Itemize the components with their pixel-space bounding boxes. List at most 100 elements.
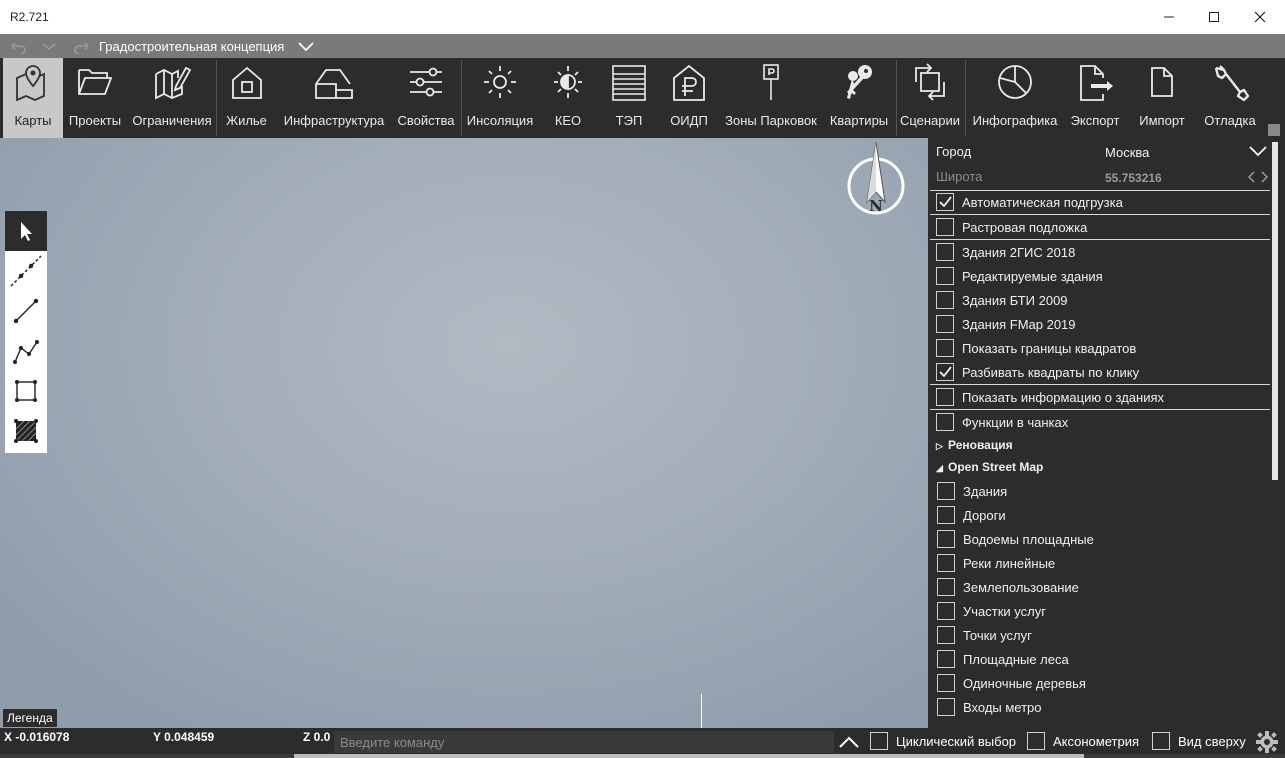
undo-dropdown-icon[interactable] bbox=[40, 38, 58, 54]
check-split-squares[interactable]: Разбивать квадраты по клику bbox=[928, 360, 1270, 384]
chevron-left-right-icon[interactable] bbox=[1246, 170, 1270, 184]
ribbon-scrollbar[interactable] bbox=[1264, 58, 1285, 138]
close-button[interactable] bbox=[1237, 0, 1283, 34]
city-row[interactable]: Город Москва bbox=[928, 139, 1270, 163]
dashed-line-icon bbox=[10, 255, 42, 287]
checkbox[interactable] bbox=[936, 413, 954, 431]
ribbon-separator bbox=[896, 60, 897, 136]
ribbon-export[interactable]: Экспорт bbox=[1066, 58, 1124, 138]
ribbon-parking-zones[interactable]: Зоны Парковок bbox=[721, 58, 821, 138]
osm-check-metro-entrances[interactable]: Входы метро bbox=[929, 695, 1271, 719]
check-square-borders[interactable]: Показать границы квадратов bbox=[928, 336, 1270, 360]
horizontal-scroll-thumb[interactable] bbox=[294, 754, 1084, 758]
checkbox[interactable] bbox=[937, 698, 955, 716]
map-viewport[interactable]: N Легенда bbox=[0, 138, 928, 728]
checkbox[interactable] bbox=[937, 650, 955, 668]
ribbon-oidp[interactable]: ОИДП bbox=[660, 58, 718, 138]
osm-check-landuse[interactable]: Землепользование bbox=[929, 575, 1271, 599]
section-renovation[interactable]: ▷ Реновация bbox=[936, 438, 1013, 452]
checkbox[interactable] bbox=[937, 578, 955, 596]
check-fmap-buildings[interactable]: Здания FMap 2019 bbox=[928, 312, 1270, 336]
ribbon-label: Инфографика bbox=[972, 113, 1058, 128]
checkbox[interactable] bbox=[937, 482, 955, 500]
checkbox[interactable] bbox=[936, 267, 954, 285]
polyline-tool-button[interactable] bbox=[5, 331, 47, 371]
check-auto-load[interactable]: Автоматическая подгрузка bbox=[928, 190, 1270, 214]
option-label: Вид сверху bbox=[1178, 734, 1246, 749]
legend-button[interactable]: Легенда bbox=[3, 709, 57, 727]
minimize-button[interactable] bbox=[1146, 0, 1192, 34]
checkbox[interactable] bbox=[870, 732, 888, 750]
checkbox[interactable] bbox=[936, 388, 954, 406]
checkbox[interactable] bbox=[936, 339, 954, 357]
osm-check-roads[interactable]: Дороги bbox=[929, 503, 1271, 527]
ribbon-apartments[interactable]: Квартиры bbox=[825, 58, 893, 138]
checkbox[interactable] bbox=[937, 602, 955, 620]
layers-panel: Город Москва Широта 55.753216 Автоматиче… bbox=[928, 138, 1285, 728]
ribbon-debug[interactable]: Отладка bbox=[1198, 58, 1262, 138]
check-label: Площадные леса bbox=[963, 652, 1069, 667]
check-chunk-functions[interactable]: Функции в чанках bbox=[928, 410, 1270, 434]
segment-tool-button[interactable] bbox=[5, 291, 47, 331]
ribbon-import[interactable]: Импорт bbox=[1132, 58, 1192, 138]
osm-check-buildings[interactable]: Здания bbox=[929, 479, 1271, 503]
ribbon-scenarios[interactable]: Сценарии bbox=[898, 58, 962, 138]
checkbox[interactable] bbox=[1027, 732, 1045, 750]
check-label: Редактируемые здания bbox=[962, 269, 1103, 284]
checkbox[interactable] bbox=[937, 674, 955, 692]
osm-check-single-trees[interactable]: Одиночные деревья bbox=[929, 671, 1271, 695]
undo-icon[interactable] bbox=[10, 38, 28, 54]
redo-icon[interactable] bbox=[72, 38, 90, 54]
ribbon-restrictions[interactable]: Ограничения bbox=[130, 58, 214, 138]
check-editable-buildings[interactable]: Редактируемые здания bbox=[928, 264, 1270, 288]
ribbon-infographics[interactable]: Инфографика bbox=[968, 58, 1062, 138]
ribbon-maps[interactable]: Карты bbox=[3, 58, 63, 138]
hatch-tool-button[interactable] bbox=[5, 411, 47, 451]
checkbox[interactable] bbox=[1152, 732, 1170, 750]
ribbon-insolation[interactable]: Инсоляция bbox=[464, 58, 536, 138]
osm-check-forests[interactable]: Площадные леса bbox=[929, 647, 1271, 671]
osm-check-service-areas[interactable]: Участки услуг bbox=[929, 599, 1271, 623]
ribbon-tep[interactable]: ТЭП bbox=[600, 58, 658, 138]
checkbox[interactable] bbox=[937, 506, 955, 524]
select-tool-button[interactable] bbox=[5, 211, 47, 251]
osm-check-rivers[interactable]: Реки линейные bbox=[929, 551, 1271, 575]
checkbox[interactable] bbox=[936, 291, 954, 309]
ribbon-infrastructure[interactable]: Инфраструктура bbox=[278, 58, 390, 138]
checkbox[interactable] bbox=[936, 363, 954, 381]
check-label: Входы метро bbox=[963, 700, 1042, 715]
command-field[interactable] bbox=[334, 731, 834, 753]
close-icon bbox=[1254, 11, 1266, 23]
checkbox[interactable] bbox=[936, 243, 954, 261]
checkbox[interactable] bbox=[937, 530, 955, 548]
ribbon-projects[interactable]: Проекты bbox=[65, 58, 125, 138]
ribbon-scroll-thumb[interactable] bbox=[1268, 124, 1280, 136]
checkbox[interactable] bbox=[937, 554, 955, 572]
section-label: Open Street Map bbox=[948, 460, 1044, 474]
maximize-button[interactable] bbox=[1191, 0, 1237, 34]
check-bti-buildings[interactable]: Здания БТИ 2009 bbox=[928, 288, 1270, 312]
latitude-row[interactable]: Широта 55.753216 bbox=[928, 164, 1270, 188]
chevron-up-icon[interactable] bbox=[838, 734, 860, 750]
checkbox[interactable] bbox=[936, 315, 954, 333]
checkbox[interactable] bbox=[936, 218, 954, 236]
chevron-down-icon[interactable] bbox=[1248, 144, 1268, 158]
gear-icon[interactable] bbox=[1256, 731, 1278, 753]
section-osm[interactable]: ◢ Open Street Map bbox=[936, 460, 1043, 474]
project-dropdown-icon[interactable] bbox=[297, 39, 315, 55]
horizontal-scrollbar[interactable] bbox=[0, 754, 1285, 758]
checkbox[interactable] bbox=[936, 193, 954, 211]
ribbon-keo[interactable]: КЕО bbox=[540, 58, 596, 138]
ribbon-housing[interactable]: Жилье bbox=[219, 58, 274, 138]
line-infinite-tool-button[interactable] bbox=[5, 251, 47, 291]
check-2gis-buildings[interactable]: Здания 2ГИС 2018 bbox=[928, 240, 1270, 264]
osm-check-service-points[interactable]: Точки услуг bbox=[929, 623, 1271, 647]
ribbon-properties[interactable]: Свойства bbox=[394, 58, 458, 138]
checkbox[interactable] bbox=[937, 626, 955, 644]
check-raster-base[interactable]: Растровая подложка bbox=[928, 215, 1270, 239]
panel-scrollbar[interactable] bbox=[1272, 142, 1278, 480]
polygon-tool-button[interactable] bbox=[5, 371, 47, 411]
check-building-info[interactable]: Показать информацию о зданиях bbox=[928, 385, 1270, 409]
command-input[interactable] bbox=[334, 731, 834, 753]
osm-check-water-areas[interactable]: Водоемы площадные bbox=[929, 527, 1271, 551]
